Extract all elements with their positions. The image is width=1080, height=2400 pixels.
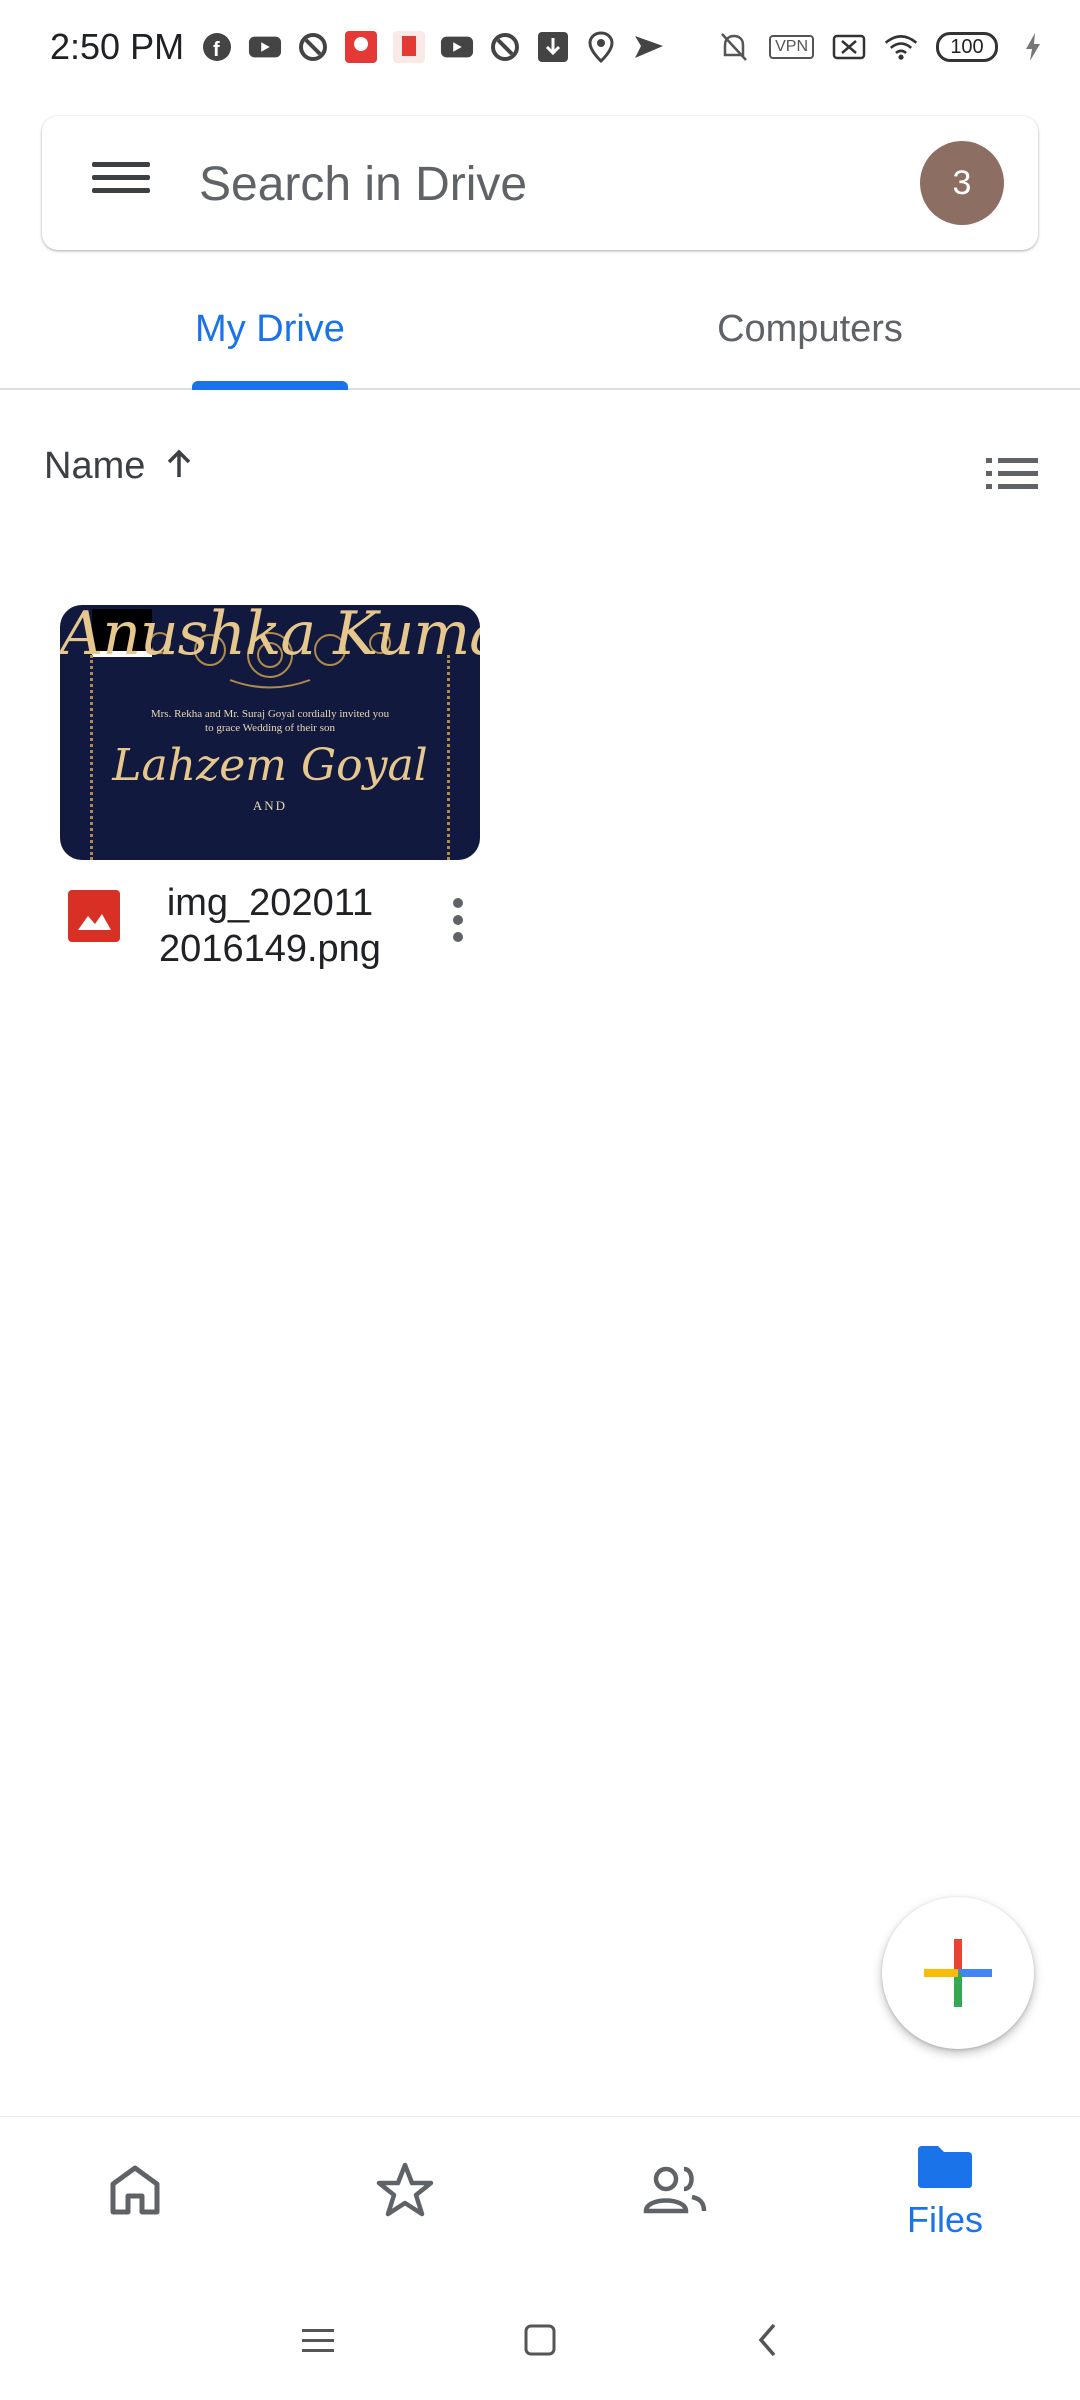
app-icon [392,30,426,64]
home-icon [107,2162,163,2223]
image-file-icon [68,890,120,942]
thumbnail-and: AND [252,798,288,813]
nav-files[interactable]: Files [810,2117,1080,2267]
location-icon [584,30,618,64]
svg-text:f: f [213,39,220,61]
notification-icons: f [200,30,666,64]
recents-menu-icon[interactable] [288,2310,348,2370]
wifi-icon [884,30,918,64]
no-sim-icon [832,30,866,64]
thumbnail-text: to grace Wedding of their son [205,722,335,734]
file-card[interactable]: Anushka Kumar Mrs. Rekha and Mr. Suraj G… [60,605,480,980]
status-time: 2:50 PM [50,26,185,67]
app-icon [344,30,378,64]
youtube-icon [440,30,474,64]
vpn-icon: VPN [769,35,814,59]
download-icon [536,30,570,64]
facebook-icon: f [200,30,234,64]
charging-icon [1016,30,1050,64]
new-button[interactable] [882,1897,1034,2049]
arrow-up-icon [163,447,195,486]
search-input[interactable] [197,146,801,222]
plus-icon [924,1939,992,2007]
tab-my-drive[interactable]: My Drive [130,270,410,388]
tab-bar: My Drive Computers [0,270,1080,390]
file-name[interactable]: img_202011 2016149.png [140,880,400,972]
home-square-icon[interactable] [510,2310,570,2370]
thumbnail-text: Mrs. Rekha and Mr. Suraj Goyal cordially… [150,708,390,720]
thumbnail-name: Lahzem Goyal [112,740,428,791]
battery-icon: 100 [936,32,998,62]
shared-people-icon [642,2165,708,2220]
vpn-shield-icon [488,30,522,64]
system-navigation [0,2270,1080,2400]
thumbnail-title: Anushka Kumar [60,605,480,669]
back-icon[interactable] [738,2310,798,2370]
nav-starred[interactable] [270,2117,540,2267]
avatar[interactable]: 3 [920,141,1004,225]
tab-computers[interactable]: Computers [670,270,950,388]
status-bar: 2:50 PM f VPN 100 [0,0,1080,96]
file-meta: img_202011 2016149.png [60,870,480,980]
bottom-navigation: Files [0,2116,1080,2267]
nav-files-label: Files [906,2198,983,2240]
nav-home[interactable] [0,2117,270,2267]
vpn-shield-icon [296,30,330,64]
sort-by-name-button[interactable]: Name [44,445,195,488]
file-name-line: img_202011 [166,882,374,924]
file-name-line: 2016149.png [159,928,381,970]
send-icon [632,30,666,64]
search-bar[interactable]: 3 [42,116,1038,250]
mute-bell-icon [717,30,751,64]
list-view-icon[interactable] [984,454,1040,494]
folder-icon [916,2144,974,2195]
file-thumbnail[interactable]: Anushka Kumar Mrs. Rekha and Mr. Suraj G… [60,605,480,860]
sort-label: Name [44,445,146,487]
active-tab-indicator [192,381,348,390]
more-options-icon[interactable] [436,892,480,948]
youtube-icon [248,30,282,64]
star-icon [375,2161,435,2224]
menu-icon[interactable] [92,154,150,212]
system-status-icons: VPN 100 [717,30,1050,64]
nav-shared[interactable] [540,2117,810,2267]
